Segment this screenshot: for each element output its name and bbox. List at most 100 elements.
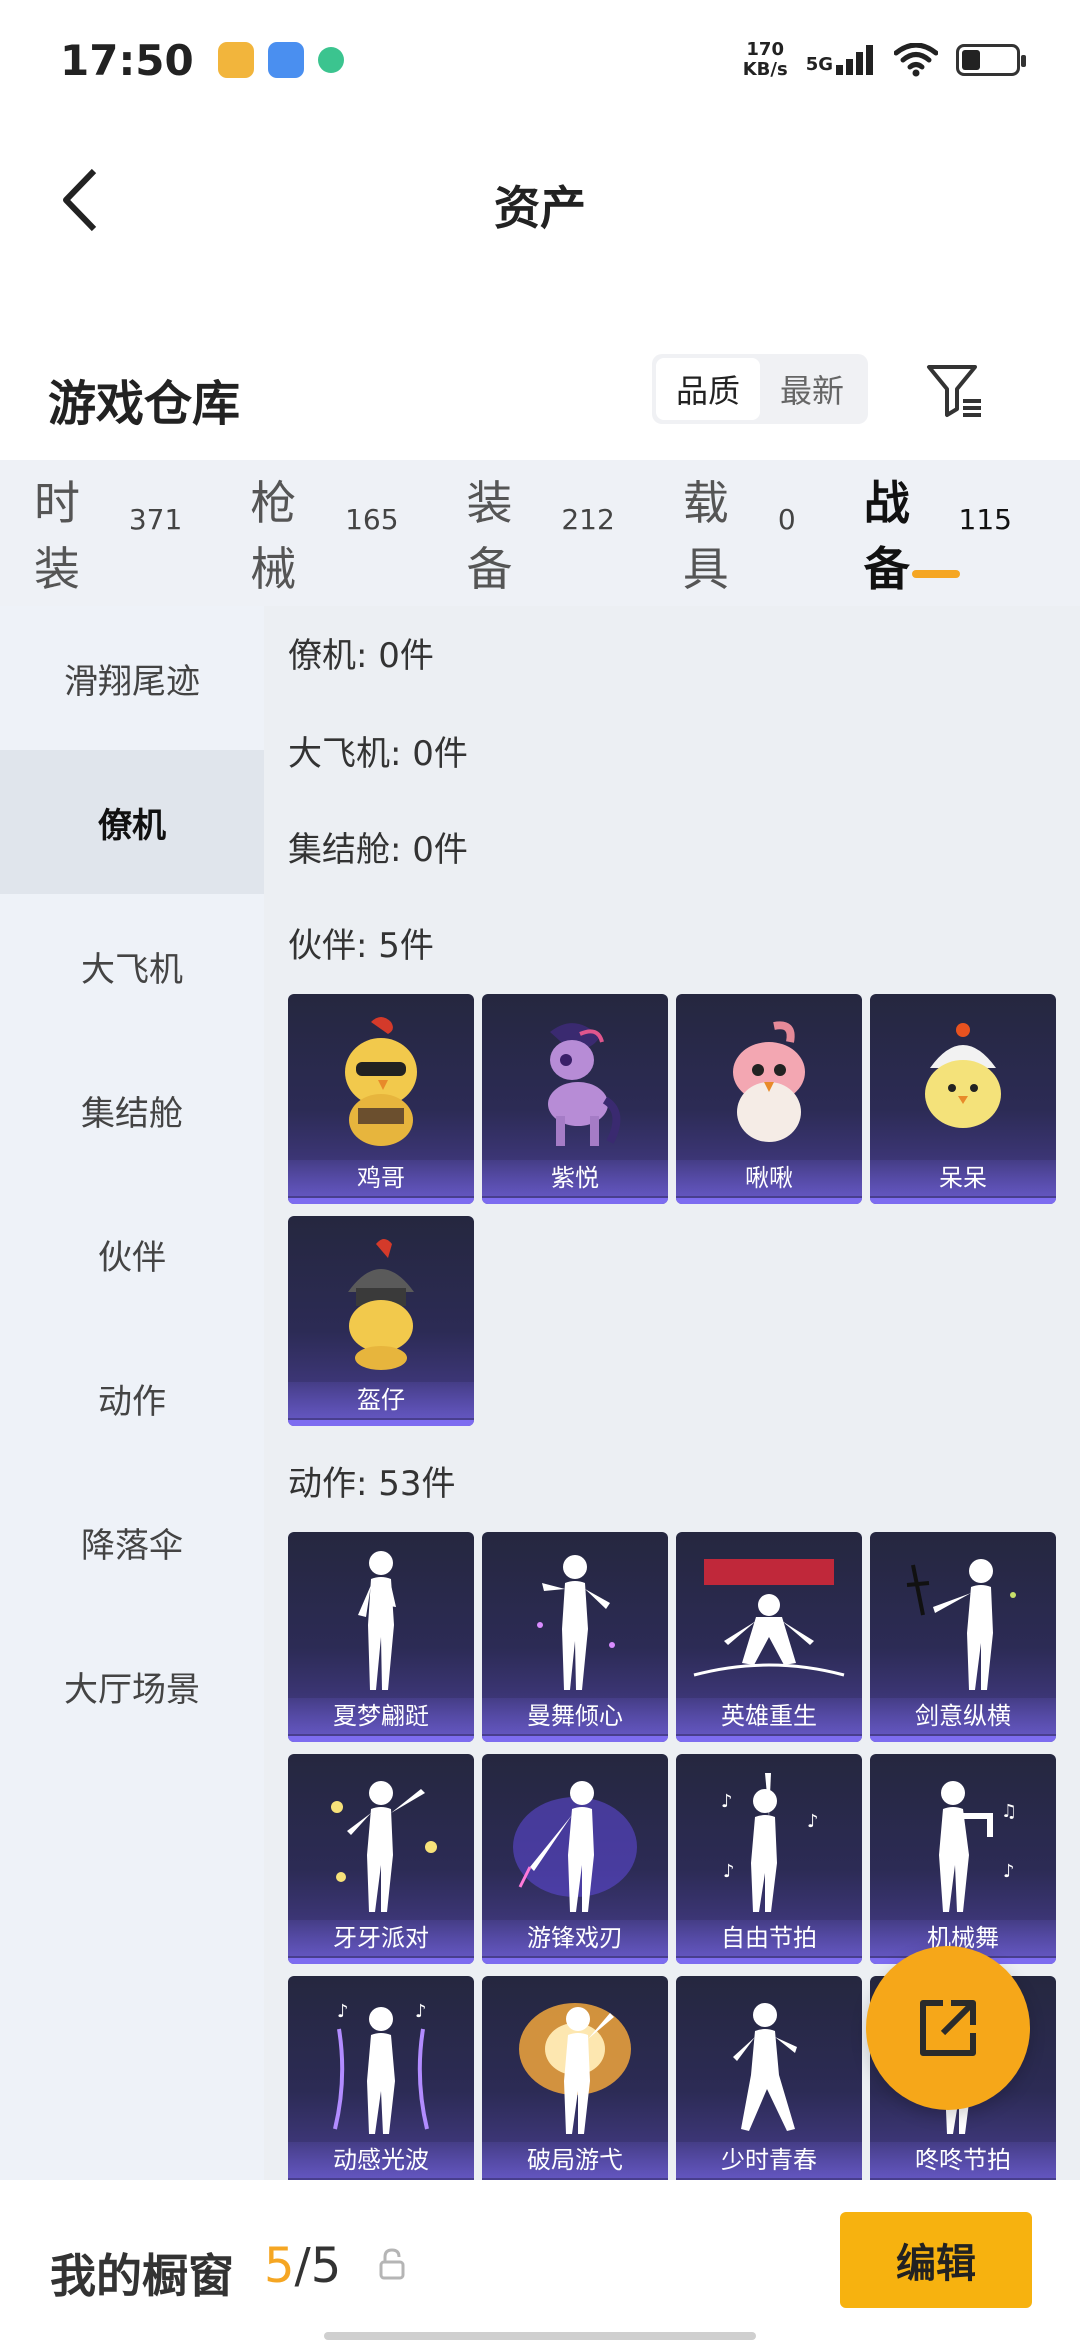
- item-name: 英雄重生: [676, 1698, 862, 1734]
- item-card[interactable]: ♪ ♪ ♪ 自由节拍: [676, 1754, 862, 1964]
- filter-icon: [927, 365, 981, 417]
- item-name: 呆呆: [870, 1160, 1056, 1196]
- sort-newest-option[interactable]: 最新: [760, 358, 864, 420]
- showcase-separator: /: [294, 2238, 311, 2294]
- page-title: 资产: [494, 181, 586, 235]
- tab-guns[interactable]: 枪械 165: [250, 460, 398, 606]
- item-name: 紫悦: [482, 1160, 668, 1196]
- hero-rebirth-icon: [676, 1540, 862, 1700]
- sidebar-item-wingman[interactable]: 僚机: [0, 750, 264, 894]
- sword-dancer-icon: [870, 1540, 1056, 1700]
- freestyle-dancer-icon: ♪ ♪ ♪: [676, 1762, 862, 1922]
- showcase-bar: 我的橱窗 5/5 编辑: [0, 2180, 1080, 2344]
- sidebar-item-emote[interactable]: 动作: [0, 1326, 264, 1470]
- title-bar: 资产: [0, 150, 1080, 250]
- share-external-icon: [920, 2000, 976, 2056]
- sort-quality-option[interactable]: 品质: [656, 358, 760, 420]
- status-app-icons: [217, 42, 344, 78]
- status-time: 17:50: [60, 35, 194, 85]
- showcase-label: 我的橱窗: [50, 2249, 234, 2303]
- item-list: 僚机: 0件 大飞机: 0件 集结舱: 0件 伙伴: 5件 鸡哥 紫悦 啾啾 呆…: [264, 606, 1080, 2180]
- item-name: 牙牙派对: [288, 1920, 474, 1956]
- category-tabs: 时装 371 枪械 165 装备 212 载具 0 战备 115: [0, 460, 1080, 606]
- item-card[interactable]: 游锋戏刃: [482, 1754, 668, 1964]
- tab-count: 212: [561, 502, 615, 536]
- tab-count: 115: [958, 502, 1012, 536]
- item-card[interactable]: 剑意纵横: [870, 1532, 1056, 1742]
- item-name: 破局游弋: [482, 2142, 668, 2178]
- item-name: 鸡哥: [288, 1160, 474, 1196]
- item-card[interactable]: 啾啾: [676, 994, 862, 1204]
- item-card[interactable]: 曼舞倾心: [482, 1532, 668, 1742]
- sidebar-item-parachute[interactable]: 降落伞: [0, 1470, 264, 1614]
- app-notification-icon: [217, 42, 254, 78]
- svg-text:♪: ♪: [723, 1861, 735, 1882]
- tab-battle-prep[interactable]: 战备 115: [864, 460, 1012, 606]
- section-title-assembly-pod: 集结舱: 0件: [288, 830, 468, 870]
- sidebar-item-lobby-scene[interactable]: 大厅场景: [0, 1614, 264, 1758]
- network-type: 5G: [805, 54, 833, 75]
- item-card[interactable]: 鸡哥: [288, 994, 474, 1204]
- item-card[interactable]: 牙牙派对: [288, 1754, 474, 1964]
- battery-icon: [956, 44, 1026, 76]
- sidebar: 滑翔尾迹 僚机 大飞机 集结舱 伙伴 动作 降落伞 大厅场景: [0, 606, 264, 2180]
- showcase-total: 5: [310, 2238, 342, 2294]
- app-notification-icon: [317, 47, 344, 73]
- item-name: 夏梦翩跹: [288, 1698, 474, 1734]
- item-card[interactable]: 盔仔: [288, 1216, 474, 1426]
- warehouse-header: 游戏仓库 品质 最新: [0, 340, 1080, 460]
- tab-label: 装备: [466, 476, 513, 596]
- tab-label: 载具: [682, 476, 729, 596]
- tab-equipment[interactable]: 装备 212: [467, 460, 615, 606]
- golden-wings-dancer-icon: [482, 1984, 668, 2144]
- item-card[interactable]: 少时青春: [676, 1976, 862, 2180]
- edit-button[interactable]: 编辑: [840, 2212, 1032, 2308]
- tab-label: 战备: [863, 476, 910, 596]
- item-name: 咚咚节拍: [870, 2142, 1056, 2178]
- sidebar-item-assembly-pod[interactable]: 集结舱: [0, 1038, 264, 1182]
- filter-button[interactable]: [918, 354, 992, 428]
- chicken-figure-icon: [288, 1002, 474, 1162]
- tab-fashion[interactable]: 时装 371: [34, 460, 182, 606]
- sidebar-item-companion[interactable]: 伙伴: [0, 1182, 264, 1326]
- svg-text:♫: ♫: [1001, 1801, 1017, 1822]
- item-card[interactable]: ♫ ♪ 机械舞: [870, 1754, 1056, 1964]
- item-card[interactable]: 夏梦翩跹: [288, 1532, 474, 1742]
- wifi-icon: [894, 43, 938, 77]
- item-card[interactable]: ♪ ♪ 动感光波: [288, 1976, 474, 2180]
- active-tab-indicator: [911, 570, 960, 578]
- warehouse-title: 游戏仓库: [48, 376, 241, 432]
- item-name: 少时青春: [676, 2142, 862, 2178]
- item-name: 自由节拍: [676, 1920, 862, 1956]
- cellular-signal-icon: 5G: [806, 45, 876, 75]
- speed-value: 170: [746, 39, 784, 60]
- svg-text:♪: ♪: [1003, 1861, 1015, 1882]
- sidebar-item-glide-trail[interactable]: 滑翔尾迹: [0, 606, 264, 750]
- app-notification-icon: [267, 42, 304, 78]
- speed-unit: KB/s: [742, 59, 788, 80]
- dancer-silhouette-icon: [482, 1540, 668, 1700]
- status-bar: 17:50 170 KB/s 5G: [0, 0, 1080, 120]
- sidebar-item-big-plane[interactable]: 大飞机: [0, 894, 264, 1038]
- tab-label: 时装: [34, 476, 80, 596]
- tab-count: 371: [128, 502, 183, 536]
- svg-text:♪: ♪: [721, 1791, 733, 1812]
- item-card[interactable]: 紫悦: [482, 994, 668, 1204]
- lock-icon: [379, 2248, 405, 2280]
- helmet-chicken-figure-icon: [288, 1224, 474, 1384]
- item-card[interactable]: 呆呆: [870, 994, 1056, 1204]
- pink-bird-figure-icon: [676, 1002, 862, 1162]
- party-dancer-icon: [288, 1762, 474, 1922]
- item-name: 游锋戏刃: [482, 1920, 668, 1956]
- showcase-count: 5/5: [264, 2238, 341, 2294]
- item-card[interactable]: 英雄重生: [676, 1532, 862, 1742]
- home-indicator: [324, 2332, 756, 2340]
- share-button[interactable]: [866, 1946, 1030, 2110]
- sort-toggle: 品质 最新: [652, 354, 868, 424]
- robot-dancer-icon: ♫ ♪: [870, 1762, 1056, 1922]
- network-speed: 170 KB/s: [743, 40, 788, 80]
- section-title-big-plane: 大飞机: 0件: [288, 734, 468, 774]
- tab-vehicles[interactable]: 载具 0: [683, 460, 796, 606]
- item-name: 动感光波: [288, 2142, 474, 2178]
- item-card[interactable]: 破局游弋: [482, 1976, 668, 2180]
